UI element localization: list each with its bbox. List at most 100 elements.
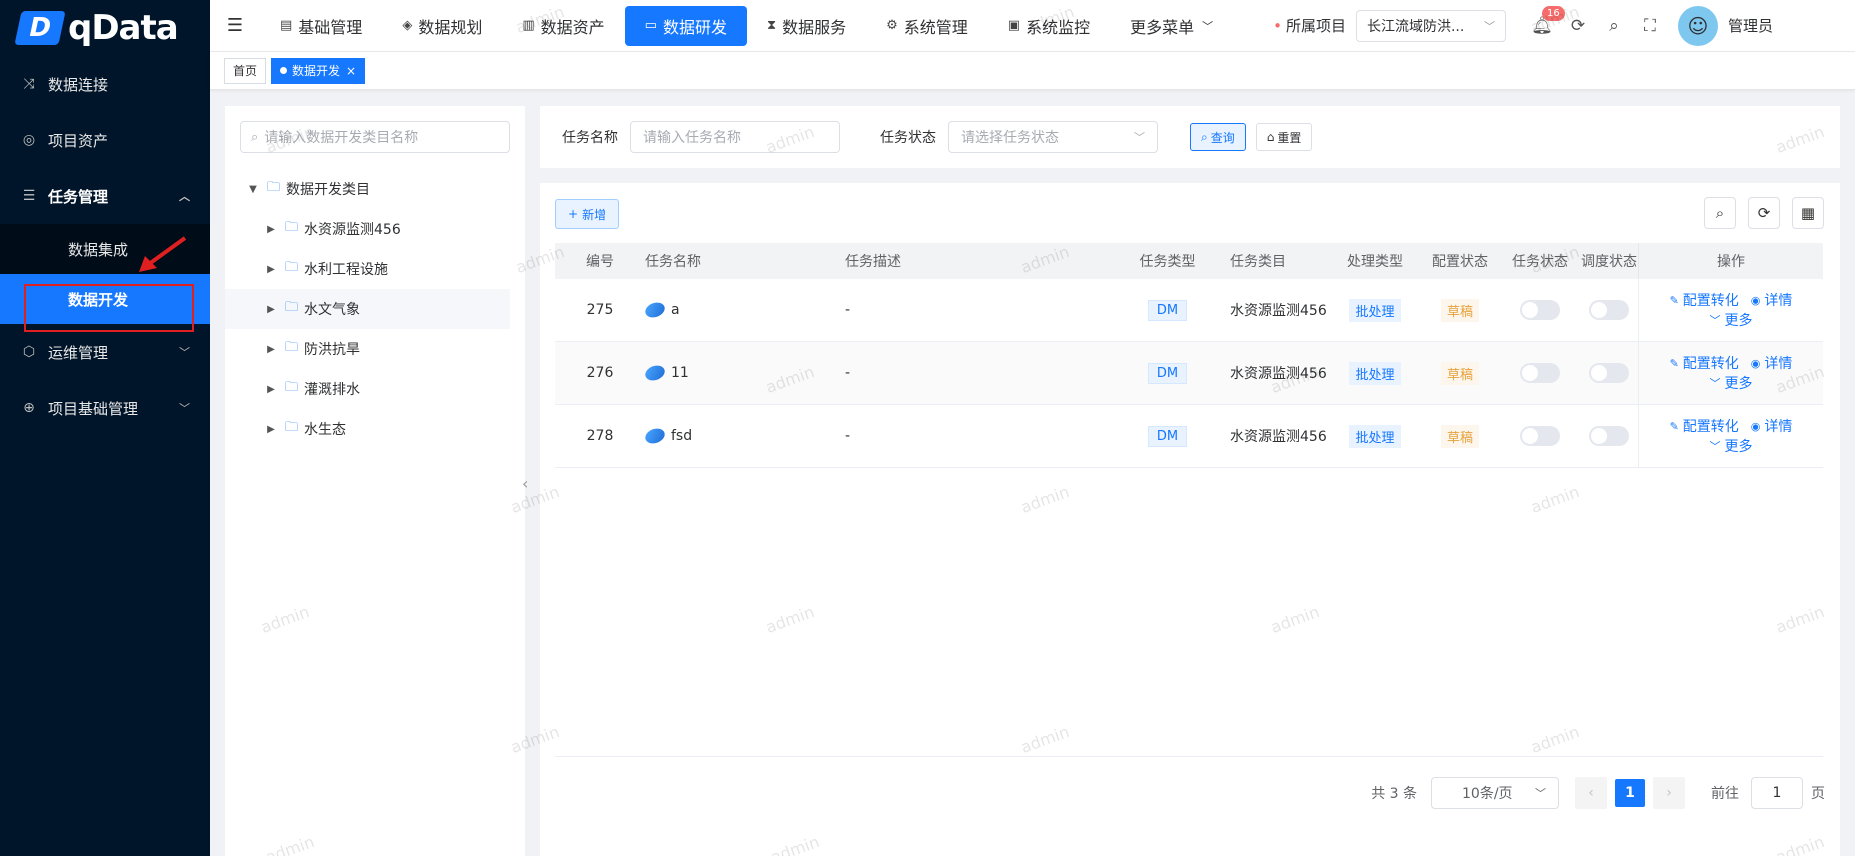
task-name-input[interactable]: 请输入任务名称 bbox=[630, 121, 840, 153]
chevron-right-icon: › bbox=[1666, 785, 1672, 801]
sidebar-item-data-connection[interactable]: ⤨ 数据连接 bbox=[0, 56, 210, 112]
caret-down-icon[interactable]: ▼ bbox=[245, 184, 261, 195]
tree-node[interactable]: ▶ 🗀︎ 灌溉排水 bbox=[225, 369, 525, 409]
eye-icon: ◉ bbox=[1750, 356, 1761, 370]
sidebar-item-ops-management[interactable]: ⬡ 运维管理 ﹀ bbox=[0, 324, 210, 380]
cell-category: 水资源监测456 bbox=[1230, 303, 1327, 319]
nav-data-assets[interactable]: ▥ 数据资产 bbox=[502, 6, 624, 46]
username[interactable]: 管理员 bbox=[1728, 15, 1773, 36]
sidebar-item-project-assets[interactable]: ◎ 项目资产 bbox=[0, 112, 210, 168]
more-link[interactable]: ﹀ 更多 bbox=[1710, 310, 1753, 330]
conf-tag: 草稿 bbox=[1440, 361, 1479, 385]
more-link[interactable]: ﹀ 更多 bbox=[1710, 373, 1753, 393]
caret-right-icon[interactable]: ▶ bbox=[263, 384, 279, 395]
task-icon bbox=[643, 426, 667, 446]
task-status-switch[interactable] bbox=[1520, 300, 1560, 320]
chevron-left-icon[interactable]: ‹ bbox=[522, 474, 528, 493]
task-status-switch[interactable] bbox=[1520, 363, 1560, 383]
category-tree: ▼ 🗀︎ 数据开发类目 ▶ 🗀︎ 水资源监测456 ▶ 🗀︎ 水利工程设施 ▶ … bbox=[225, 169, 525, 449]
caret-right-icon[interactable]: ▶ bbox=[263, 424, 279, 435]
menu-collapse-icon[interactable]: ☰ bbox=[210, 15, 260, 36]
search-icon[interactable]: ⌕ bbox=[1596, 16, 1632, 36]
annotation-arrow-icon bbox=[139, 236, 187, 272]
col-header: 编号 bbox=[586, 254, 614, 270]
detail-link[interactable]: ◉ 详情 bbox=[1751, 290, 1793, 310]
task-status-label: 任务状态 bbox=[880, 130, 936, 146]
config-convert-link[interactable]: ✎ 配置转化 bbox=[1670, 353, 1739, 373]
refresh-icon[interactable]: ⟳ bbox=[1560, 16, 1596, 36]
sidebar-item-label: 任务管理 bbox=[48, 187, 109, 206]
sidebar-item-project-basic[interactable]: ⊕ 项目基础管理 ﹀ bbox=[0, 380, 210, 436]
eye-icon: ◉ bbox=[1750, 419, 1761, 433]
cell-ops: ✎ 配置转化 ◉ 详情 ﹀ 更多 bbox=[1638, 342, 1823, 404]
fullscreen-icon[interactable]: ⛶ bbox=[1632, 16, 1668, 36]
tree-node[interactable]: ▶ 🗀︎ 水利工程设施 bbox=[225, 249, 525, 289]
caret-right-icon[interactable]: ▶ bbox=[263, 304, 279, 315]
detail-link[interactable]: ◉ 详情 bbox=[1751, 416, 1793, 436]
cell-proc: 批处理 bbox=[1330, 361, 1420, 385]
schedule-status-switch[interactable] bbox=[1589, 363, 1629, 383]
cell-name: fsd bbox=[643, 426, 845, 446]
goto-page-input[interactable]: 1 bbox=[1751, 777, 1803, 809]
nav-label: 系统管理 bbox=[903, 17, 968, 37]
caret-right-icon[interactable]: ▶ bbox=[263, 344, 279, 355]
conf-tag: 草稿 bbox=[1440, 424, 1479, 448]
bell-icon[interactable]: 🔔︎ 16 bbox=[1524, 5, 1565, 36]
config-convert-link[interactable]: ✎ 配置转化 bbox=[1670, 416, 1739, 436]
project-select[interactable]: 长江流域防洪... ﹀ bbox=[1355, 9, 1506, 42]
config-convert-link[interactable]: ✎ 配置转化 bbox=[1670, 290, 1739, 310]
tree-node[interactable]: ▶ 🗀︎ 水文气象 bbox=[225, 289, 510, 329]
table-toolbar: ⌕ ⟳ ▦ bbox=[1692, 197, 1824, 229]
ops-line: ﹀ 更多 bbox=[1704, 310, 1759, 330]
avatar[interactable]: ☺ bbox=[1677, 5, 1718, 46]
task-status-switch[interactable] bbox=[1520, 426, 1560, 446]
sidebar-item-label: 项目基础管理 bbox=[48, 399, 139, 418]
page-number[interactable]: 1 bbox=[1615, 779, 1645, 807]
tree-search-input[interactable]: ⌕ 请输入数据开发类目名称 bbox=[240, 121, 510, 153]
logo[interactable]: D qData bbox=[0, 0, 210, 56]
nav-system-monitor[interactable]: ▣ 系统监控 bbox=[988, 6, 1110, 46]
add-button[interactable]: + 新增 bbox=[555, 199, 620, 229]
tree-node[interactable]: ▶ 🗀︎ 防洪抗旱 bbox=[225, 329, 525, 369]
chevron-down-icon: ﹀ bbox=[1483, 19, 1495, 33]
search-toggle-icon[interactable]: ⌕ bbox=[1704, 197, 1736, 229]
tree-node[interactable]: ▶ 🗀︎ 水资源监测456 bbox=[225, 209, 525, 249]
nav-label: 数据规划 bbox=[418, 17, 483, 37]
next-page-button[interactable]: › bbox=[1653, 777, 1685, 809]
col-header: 任务类型 bbox=[1139, 254, 1196, 270]
prev-page-button[interactable]: ‹ bbox=[1575, 777, 1607, 809]
task-status-select[interactable]: 请选择任务状态 ﹀ bbox=[948, 121, 1158, 153]
nav-basic-management[interactable]: ▤ 基础管理 bbox=[260, 6, 382, 46]
nav-data-planning[interactable]: ◈ 数据规划 bbox=[382, 6, 502, 46]
nav-data-service[interactable]: ⧗ 数据服务 bbox=[747, 6, 866, 46]
reset-button[interactable]: ⌂ 重置 bbox=[1255, 123, 1313, 151]
nav-system-management[interactable]: ⚙ 系统管理 bbox=[866, 6, 988, 46]
schedule-status-switch[interactable] bbox=[1589, 300, 1629, 320]
sidebar-item-label: 数据连接 bbox=[48, 75, 109, 94]
detail-link[interactable]: ◉ 详情 bbox=[1751, 353, 1793, 373]
chevron-down-icon: ﹀ bbox=[1535, 787, 1546, 800]
caret-right-icon[interactable]: ▶ bbox=[263, 224, 279, 235]
folder-icon: 🗀︎ bbox=[267, 180, 281, 195]
page-size-select[interactable]: 10条/页 ﹀ bbox=[1431, 777, 1559, 809]
caret-right-icon[interactable]: ▶ bbox=[263, 264, 279, 275]
nav-more-menu[interactable]: 更多菜单 ﹀ bbox=[1110, 6, 1233, 46]
edit-icon: ✎ bbox=[1669, 356, 1679, 370]
cell-status bbox=[1500, 426, 1580, 446]
nav-data-rd[interactable]: ▭ 数据研发 bbox=[624, 5, 747, 46]
task-icon bbox=[643, 363, 667, 383]
refresh-icon[interactable]: ⟳ bbox=[1748, 197, 1780, 229]
more-link[interactable]: ﹀ 更多 bbox=[1710, 436, 1753, 456]
query-button[interactable]: ⌕ 查询 bbox=[1190, 123, 1246, 151]
columns-icon[interactable]: ▦ bbox=[1792, 197, 1824, 229]
table-row: 278 fsd - DM 水资源监测456 批处理 草稿 ✎ 配置转化 ◉ 详情 ﹀… bbox=[555, 405, 1823, 468]
ops-line: ﹀ 更多 bbox=[1704, 436, 1759, 456]
schedule-status-switch[interactable] bbox=[1589, 426, 1629, 446]
tree-node[interactable]: ▶ 🗀︎ 水生态 bbox=[225, 409, 525, 449]
sidebar-item-task-management[interactable]: ☰ 任务管理 ︿ bbox=[0, 168, 210, 224]
close-icon[interactable]: × bbox=[346, 64, 356, 78]
logo-mark: D bbox=[14, 11, 66, 45]
tree-node-root[interactable]: ▼ 🗀︎ 数据开发类目 bbox=[225, 169, 525, 209]
tag-current[interactable]: 数据开发 × bbox=[271, 57, 366, 84]
tag-home[interactable]: 首页 bbox=[224, 57, 267, 84]
